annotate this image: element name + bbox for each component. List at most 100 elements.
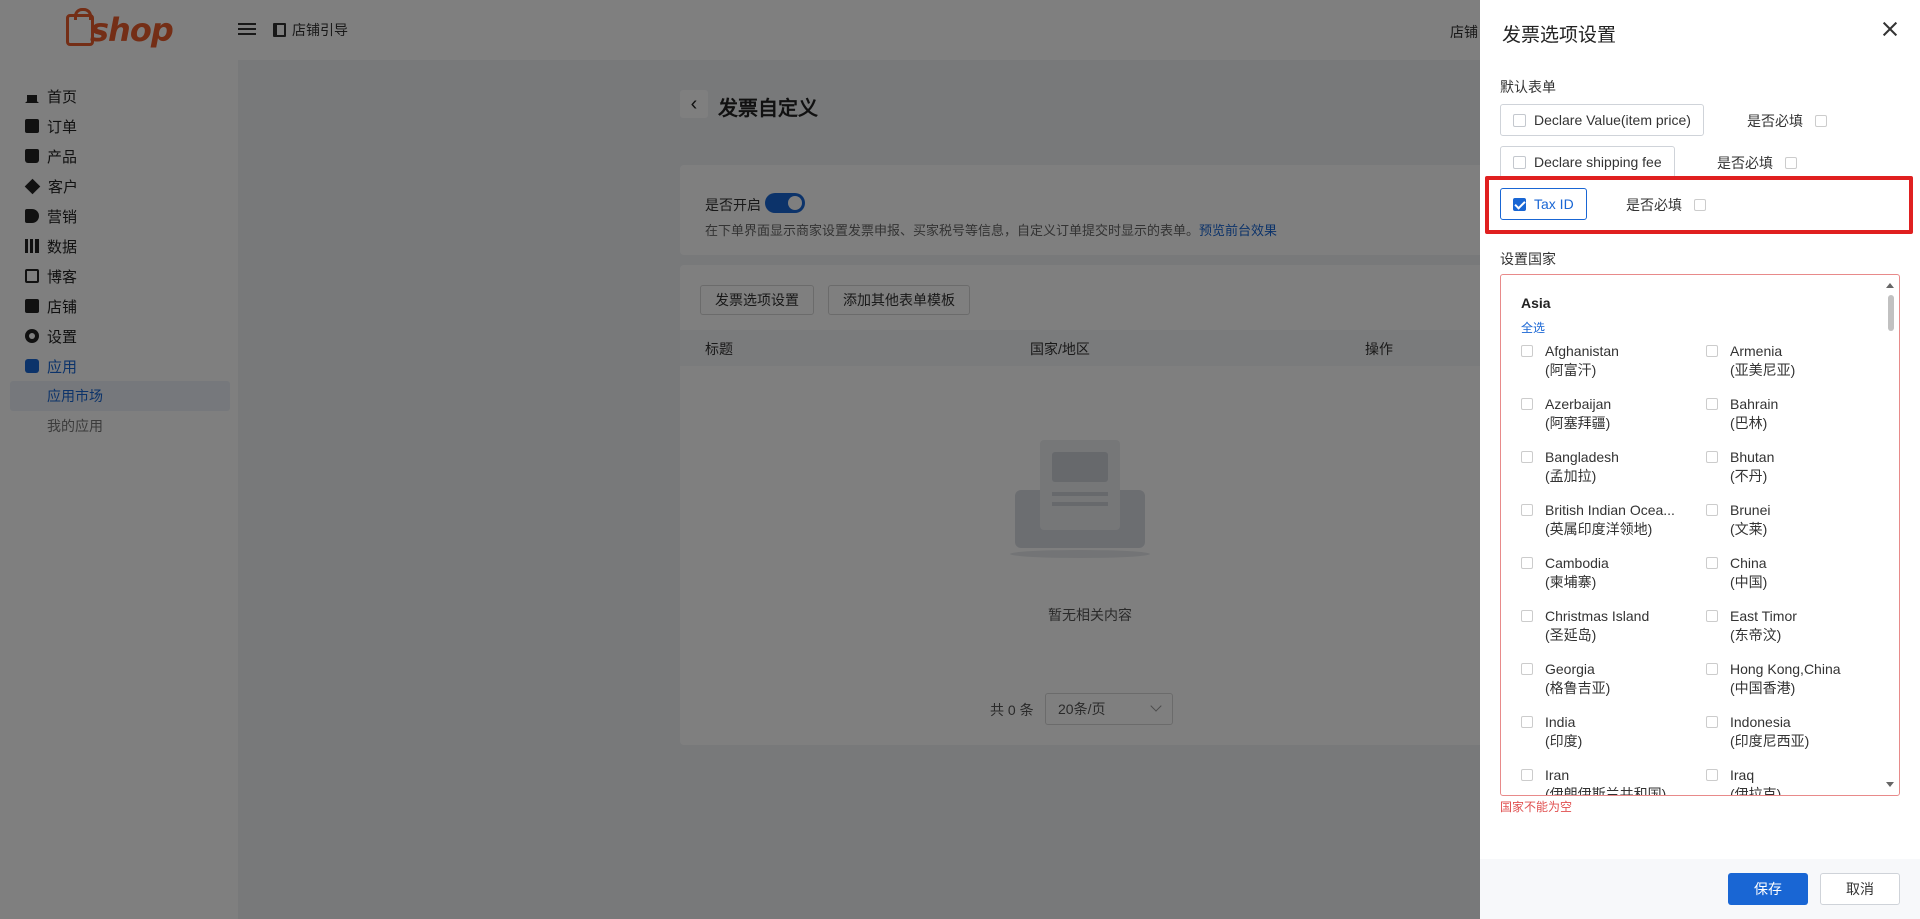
country-name-zh: (英属印度洋领地) (1545, 521, 1653, 537)
scroll-thumb[interactable] (1888, 295, 1894, 331)
country-names: Georgia (格鲁吉亚) (1545, 660, 1610, 698)
close-icon[interactable] (1878, 18, 1902, 42)
default-form-label: 默认表单 (1500, 79, 1556, 95)
country-name-zh: (柬埔寨) (1545, 574, 1597, 590)
country-name-zh: (印度) (1545, 733, 1583, 749)
country-name-en: Armenia (1730, 343, 1783, 359)
checkbox-icon (1513, 155, 1526, 169)
country-name-en: Hong Kong,China (1730, 661, 1841, 677)
drawer-title: 发票选项设置 (1502, 25, 1617, 46)
country-name-en: Azerbaijan (1545, 396, 1612, 412)
checkbox-icon (1706, 398, 1718, 410)
country-name-zh: (不丹) (1730, 468, 1768, 484)
country-name-en: Bhutan (1730, 449, 1775, 465)
country-name-zh: (孟加拉) (1545, 468, 1597, 484)
checkbox-icon (1513, 113, 1526, 127)
country-name-en: China (1730, 555, 1767, 571)
checkbox-icon (1521, 663, 1533, 675)
checkbox-icon (1785, 157, 1797, 169)
region-title: Asia (1521, 295, 1551, 311)
declare-value-required[interactable]: 是否必填 (1747, 111, 1827, 131)
country-name-en: Christmas Island (1545, 608, 1650, 624)
scroll-up-icon[interactable] (1886, 283, 1894, 288)
country-name-zh: (阿富汗) (1545, 362, 1597, 378)
country-names: Armenia (亚美尼亚) (1730, 342, 1795, 380)
required-label: 是否必填 (1717, 155, 1773, 171)
country-name-en: Afghanistan (1545, 343, 1619, 359)
country-name-en: Bangladesh (1545, 449, 1619, 465)
country-names: Brunei (文莱) (1730, 501, 1770, 539)
country-name-zh: (文莱) (1730, 521, 1768, 537)
checkbox-icon (1521, 769, 1533, 781)
declare-shipping-required[interactable]: 是否必填 (1717, 153, 1797, 173)
country-name-en: Cambodia (1545, 555, 1609, 571)
highlight-box (1485, 176, 1913, 234)
country-label: 设置国家 (1500, 251, 1556, 267)
country-name-zh: (伊朗伊斯兰共和国) (1545, 786, 1667, 796)
country-name-en: Georgia (1545, 661, 1595, 677)
checkbox-icon (1706, 716, 1718, 728)
country-names: Cambodia (柬埔寨) (1545, 554, 1609, 592)
checkbox-icon (1521, 345, 1533, 357)
checkbox-icon (1706, 451, 1718, 463)
checkbox-icon (1521, 716, 1533, 728)
cancel-button[interactable]: 取消 (1820, 873, 1900, 905)
checkbox-icon (1706, 610, 1718, 622)
checkbox-icon (1706, 769, 1718, 781)
checkbox-icon (1521, 451, 1533, 463)
country-name-zh: (亚美尼亚) (1730, 362, 1796, 378)
country-names: Bhutan (不丹) (1730, 448, 1774, 486)
country-names: Indonesia (印度尼西亚) (1730, 713, 1809, 751)
country-name-en: Iraq (1730, 767, 1755, 783)
country-names: China (中国) (1730, 554, 1767, 592)
save-button[interactable]: 保存 (1728, 873, 1808, 905)
country-names: British Indian Ocea... (英属印度洋领地) (1545, 501, 1675, 539)
country-name-en: Iran (1545, 767, 1570, 783)
country-name-zh: (伊拉克) (1730, 786, 1782, 796)
country-names: India (印度) (1545, 713, 1582, 751)
checkbox-icon (1521, 610, 1533, 622)
country-name-en: East Timor (1730, 608, 1797, 624)
checkbox-icon (1815, 115, 1827, 127)
declare-value-checkbox[interactable]: Declare Value(item price) (1500, 104, 1704, 136)
declare-shipping-checkbox[interactable]: Declare shipping fee (1500, 146, 1675, 178)
country-name-zh: (巴林) (1730, 415, 1768, 431)
country-names: Azerbaijan (阿塞拜疆) (1545, 395, 1611, 433)
field-label: Declare Value(item price) (1534, 112, 1691, 128)
country-error-text: 国家不能为空 (1500, 800, 1573, 814)
scroll-down-icon[interactable] (1886, 782, 1894, 787)
country-name-en: Indonesia (1730, 714, 1791, 730)
country-names: Iraq (伊拉克) (1730, 766, 1782, 796)
country-names: Iran (伊朗伊斯兰共和国) (1545, 766, 1667, 796)
country-list: Asia 全选 Afghanistan (阿富汗) Armenia (亚美尼亚) Aze… (1500, 274, 1900, 796)
checkbox-icon (1521, 398, 1533, 410)
country-names: Bangladesh (孟加拉) (1545, 448, 1619, 486)
country-name-zh: (圣延岛) (1545, 627, 1597, 643)
country-name-zh: (格鲁吉亚) (1545, 680, 1611, 696)
checkbox-icon (1521, 557, 1533, 569)
checkbox-icon (1706, 345, 1718, 357)
country-names: Hong Kong,China (中国香港) (1730, 660, 1841, 698)
country-name-en: Brunei (1730, 502, 1771, 518)
country-name-en: British Indian Ocea... (1545, 502, 1675, 518)
country-name-zh: (中国) (1730, 574, 1768, 590)
scrollbar[interactable] (1886, 277, 1897, 793)
country-name-zh: (东帝汶) (1730, 627, 1782, 643)
country-name-en: Bahrain (1730, 396, 1779, 412)
country-names: Bahrain (巴林) (1730, 395, 1778, 433)
country-name-zh: (印度尼西亚) (1730, 733, 1810, 749)
required-label: 是否必填 (1747, 113, 1803, 129)
country-names: East Timor (东帝汶) (1730, 607, 1797, 645)
checkbox-icon (1706, 504, 1718, 516)
country-name-zh: (中国香港) (1730, 680, 1796, 696)
country-name-en: India (1545, 714, 1576, 730)
field-label: Declare shipping fee (1534, 154, 1662, 170)
invoice-settings-drawer: 发票选项设置 默认表单 Declare Value(item price) 是否… (1480, 0, 1920, 919)
checkbox-icon (1521, 504, 1533, 516)
checkbox-icon (1706, 557, 1718, 569)
country-name-zh: (阿塞拜疆) (1545, 415, 1611, 431)
select-all-link[interactable]: 全选 (1521, 319, 1545, 336)
checkbox-icon (1706, 663, 1718, 675)
drawer-footer: 保存 取消 (1480, 859, 1920, 919)
country-names: Afghanistan (阿富汗) (1545, 342, 1619, 380)
